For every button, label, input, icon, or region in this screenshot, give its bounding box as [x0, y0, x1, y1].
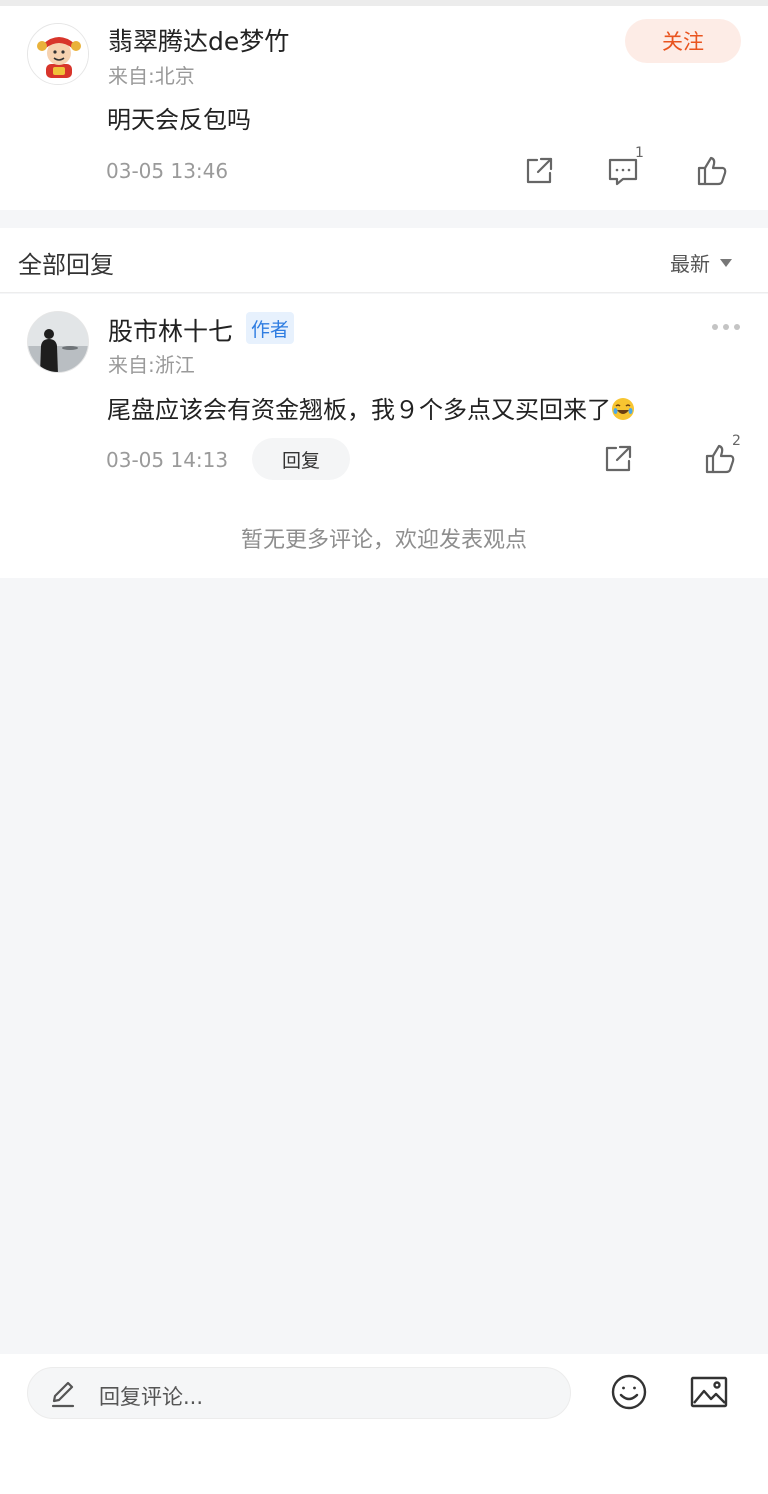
more-icon[interactable]: [712, 324, 740, 330]
reply-location: 来自:浙江: [108, 353, 195, 377]
emoji-icon[interactable]: [610, 1373, 648, 1411]
replies-header: 全部回复 最新: [0, 228, 768, 293]
avatar[interactable]: [27, 311, 89, 373]
reply-content: 尾盘应该会有资金翘板，我９个多点又买回来了: [107, 390, 635, 425]
laughing-emoji: [611, 397, 635, 421]
post-content: 明天会反包吗: [107, 106, 251, 134]
share-icon[interactable]: [601, 442, 635, 476]
reply-content-text: 尾盘应该会有资金翘板，我９个多点又买回来了: [107, 396, 611, 424]
sort-caret-icon: [720, 258, 732, 267]
post-location: 来自:北京: [108, 64, 195, 88]
original-post: 翡翠腾达de梦竹 来自:北京 关注 明天会反包吗 03-05 13:46 1: [0, 6, 768, 210]
reply-timestamp: 03-05 14:13: [106, 448, 229, 472]
reply-button[interactable]: 回复: [252, 438, 350, 480]
like-icon[interactable]: [695, 154, 729, 188]
avatar[interactable]: [27, 23, 89, 85]
like-count: 2: [732, 433, 741, 449]
no-more-comments: 暂无更多评论，欢迎发表观点: [240, 528, 527, 553]
bottom-reply-bar: 回复评论...: [0, 1354, 768, 1494]
reply-item: 股市林十七 作者 来自:浙江 尾盘应该会有资金翘板，我９个多点又买回来了 03-…: [0, 294, 768, 578]
post-timestamp: 03-05 13:46: [106, 159, 229, 183]
post-username[interactable]: 翡翠腾达de梦竹: [108, 22, 289, 58]
edit-pen-icon: [50, 1380, 76, 1408]
replies-title: 全部回复: [18, 251, 114, 279]
follow-button[interactable]: 关注: [625, 19, 741, 63]
sort-label: 最新: [670, 252, 710, 276]
comment-count: 1: [635, 145, 644, 161]
reply-username[interactable]: 股市林十七: [108, 312, 233, 348]
share-icon[interactable]: [522, 154, 556, 188]
sort-dropdown[interactable]: 最新: [670, 248, 732, 277]
author-badge: 作者: [246, 312, 295, 344]
image-icon[interactable]: [690, 1375, 728, 1409]
reply-input-placeholder: 回复评论...: [99, 1385, 204, 1409]
reply-input[interactable]: 回复评论...: [27, 1367, 571, 1419]
